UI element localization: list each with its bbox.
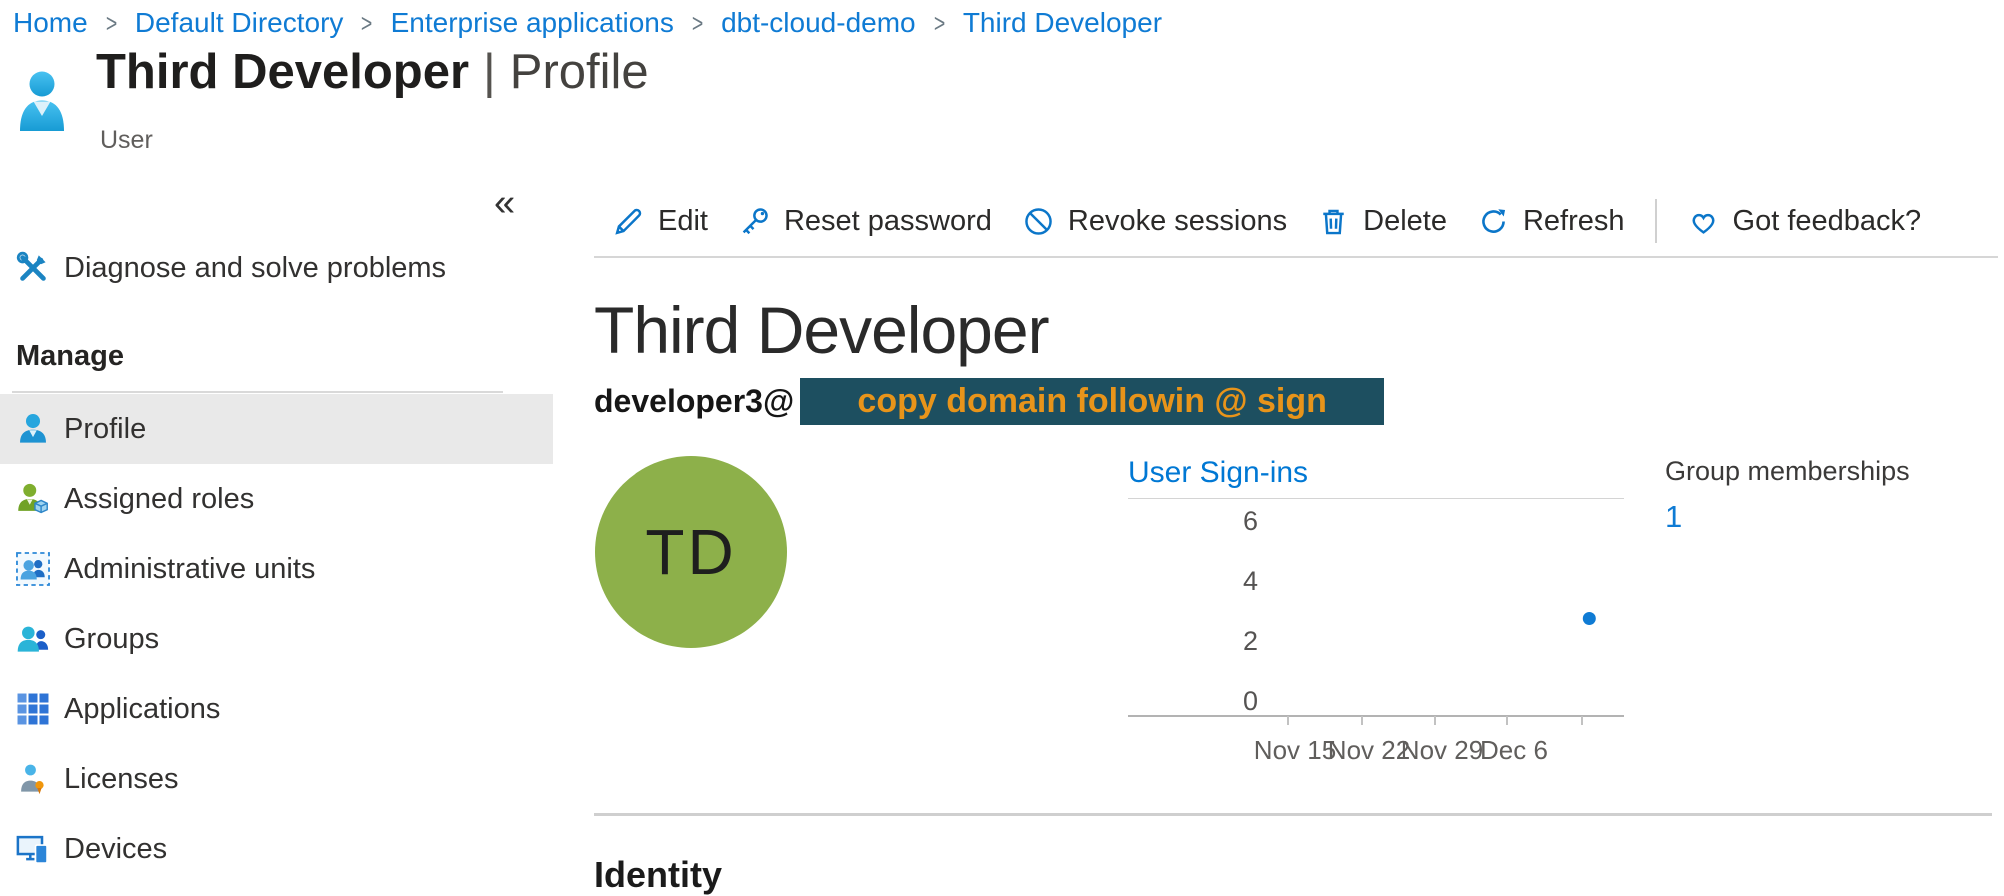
user-principal-name: developer3@ copy domain followin @ sign	[594, 378, 1384, 425]
x-tick-label: Nov 15	[1254, 735, 1336, 765]
x-tick-label: Nov 29	[1401, 735, 1483, 765]
sidebar-collapse-button[interactable]: «	[494, 184, 515, 222]
group-memberships-block: Group memberships 1	[1665, 456, 1910, 535]
breadcrumb-default-directory[interactable]: Default Directory	[135, 7, 344, 39]
sidebar-item-licenses[interactable]: Licenses	[0, 744, 553, 814]
administrative-units-icon	[15, 551, 51, 587]
sidebar-item-label: Applications	[64, 693, 220, 726]
delete-button[interactable]: Delete	[1317, 205, 1447, 238]
identity-section-heading: Identity	[594, 854, 722, 896]
user-sign-ins-chart: User Sign-ins 6 4 2 0 Nov 15 Nov 22 Nov …	[1128, 456, 1624, 765]
button-label: Got feedback?	[1733, 205, 1922, 238]
page-title: Third Developer | Profile	[96, 44, 649, 100]
sidebar-divider	[12, 391, 503, 393]
sidebar-item-assigned-roles[interactable]: Assigned roles	[0, 464, 553, 534]
heart-icon	[1687, 205, 1720, 238]
user-display-name: Third Developer	[594, 292, 1049, 368]
sidebar: « Diagnose and solve problems Manage Pro…	[0, 158, 553, 884]
page-title-blade: Profile	[510, 44, 649, 100]
group-memberships-count-link[interactable]: 1	[1665, 499, 1682, 535]
page-title-separator: |	[483, 44, 496, 100]
sidebar-item-label: Diagnose and solve problems	[64, 252, 446, 285]
sidebar-item-label: Devices	[64, 833, 167, 866]
revoke-sessions-button[interactable]: Revoke sessions	[1022, 205, 1287, 238]
y-tick-label: 0	[1243, 686, 1258, 716]
sign-ins-plot: 6 4 2 0 Nov 15 Nov 22 Nov 29 Dec 6	[1128, 499, 1624, 765]
trash-icon	[1317, 205, 1350, 238]
sidebar-item-label: Profile	[64, 413, 146, 446]
user-page-icon	[18, 70, 66, 132]
x-tick-label: Nov 22	[1328, 735, 1410, 765]
y-tick-label: 4	[1243, 566, 1258, 596]
devices-icon	[15, 831, 51, 867]
button-label: Delete	[1363, 205, 1447, 238]
button-label: Edit	[658, 205, 708, 238]
group-memberships-label: Group memberships	[1665, 456, 1910, 487]
breadcrumb-separator-icon: >	[934, 8, 945, 39]
x-axis-ticks	[1288, 716, 1582, 725]
breadcrumb-home[interactable]: Home	[13, 7, 88, 39]
key-icon	[738, 205, 771, 238]
command-bar: Edit Reset password Revoke sessions Dele…	[594, 186, 1998, 258]
sidebar-item-label: Groups	[64, 623, 159, 656]
pencil-icon	[612, 205, 645, 238]
block-icon	[1022, 205, 1055, 238]
breadcrumb-third-developer[interactable]: Third Developer	[963, 7, 1162, 39]
got-feedback-button[interactable]: Got feedback?	[1687, 205, 1922, 238]
y-tick-label: 2	[1243, 626, 1258, 656]
reset-password-button[interactable]: Reset password	[738, 205, 992, 238]
licenses-icon	[15, 761, 51, 797]
breadcrumb-separator-icon: >	[692, 8, 703, 39]
signin-data-point	[1583, 612, 1596, 625]
breadcrumb: Home > Default Directory > Enterprise ap…	[13, 2, 1162, 44]
upn-prefix: developer3@	[594, 383, 794, 420]
page-title-name: Third Developer	[96, 44, 469, 100]
breadcrumb-enterprise-applications[interactable]: Enterprise applications	[391, 7, 674, 39]
y-tick-label: 6	[1243, 506, 1258, 536]
sidebar-item-groups[interactable]: Groups	[0, 604, 553, 674]
sidebar-section-manage: Manage	[16, 340, 124, 373]
applications-grid-icon	[15, 691, 51, 727]
section-divider	[594, 813, 1992, 816]
x-tick-label: Dec 6	[1480, 735, 1548, 765]
toolbar-divider	[1655, 199, 1657, 243]
sidebar-item-label: Licenses	[64, 763, 178, 796]
sidebar-item-applications[interactable]: Applications	[0, 674, 553, 744]
domain-redaction-overlay: copy domain followin @ sign	[800, 378, 1384, 425]
sidebar-item-profile[interactable]: Profile	[0, 394, 553, 464]
sidebar-item-label: Administrative units	[64, 553, 315, 586]
profile-person-icon	[15, 411, 51, 447]
button-label: Revoke sessions	[1068, 205, 1287, 238]
button-label: Reset password	[784, 205, 992, 238]
user-sign-ins-link[interactable]: User Sign-ins	[1128, 456, 1308, 490]
button-label: Refresh	[1523, 205, 1625, 238]
sidebar-item-administrative-units[interactable]: Administrative units	[0, 534, 553, 604]
sidebar-item-diagnose[interactable]: Diagnose and solve problems	[0, 233, 553, 303]
breadcrumb-separator-icon: >	[361, 8, 372, 39]
edit-button[interactable]: Edit	[612, 205, 708, 238]
breadcrumb-separator-icon: >	[106, 8, 117, 39]
assigned-roles-icon	[15, 481, 51, 517]
refresh-icon	[1477, 205, 1510, 238]
object-type-label: User	[100, 126, 153, 155]
sidebar-item-label: Assigned roles	[64, 483, 254, 516]
diagnose-tools-icon	[15, 250, 51, 286]
breadcrumb-dbt-cloud-demo[interactable]: dbt-cloud-demo	[721, 7, 916, 39]
sidebar-item-devices[interactable]: Devices	[0, 814, 553, 884]
refresh-button[interactable]: Refresh	[1477, 205, 1625, 238]
avatar: TD	[595, 456, 787, 648]
groups-icon	[15, 621, 51, 657]
